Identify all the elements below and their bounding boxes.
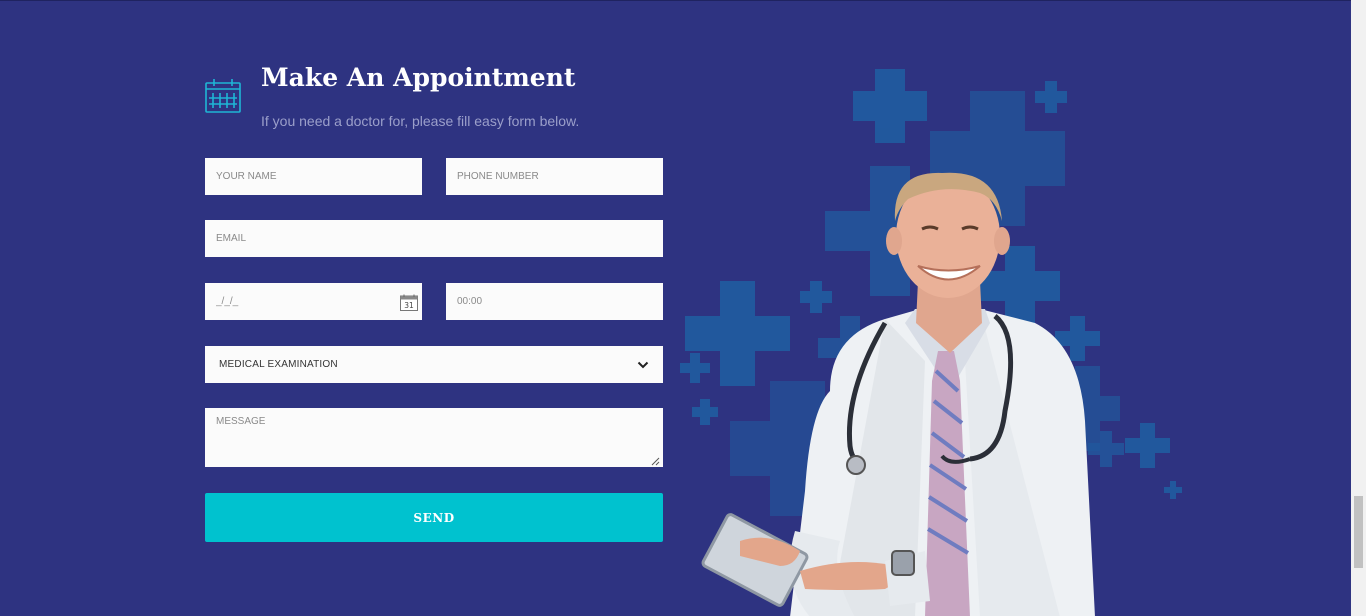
chevron-down-icon: [637, 361, 649, 368]
appointment-section: Make An Appointment If you need a doctor…: [0, 0, 1351, 616]
doctor-figure: [701, 172, 1095, 616]
service-select-value: MEDICAL EXAMINATION: [219, 359, 338, 370]
date-icon-day: 31: [404, 301, 414, 310]
email-input[interactable]: [205, 220, 663, 257]
page-title: Make An Appointment: [261, 63, 576, 92]
calendar-icon: [205, 79, 241, 113]
doctor-illustration: [680, 69, 1182, 616]
date-input[interactable]: [205, 283, 422, 320]
scrollbar-thumb[interactable]: [1354, 496, 1363, 568]
message-textarea[interactable]: [205, 408, 663, 467]
service-select[interactable]: MEDICAL EXAMINATION: [205, 346, 663, 383]
date-picker-icon[interactable]: 31: [400, 294, 418, 311]
page-subtitle: If you need a doctor for, please fill ea…: [261, 113, 580, 129]
time-input[interactable]: [446, 283, 663, 320]
phone-input[interactable]: [446, 158, 663, 195]
send-button[interactable]: SEND: [205, 493, 663, 542]
page-scrollbar[interactable]: [1351, 0, 1366, 616]
resize-handle-icon[interactable]: [651, 457, 660, 466]
name-input[interactable]: [205, 158, 422, 195]
